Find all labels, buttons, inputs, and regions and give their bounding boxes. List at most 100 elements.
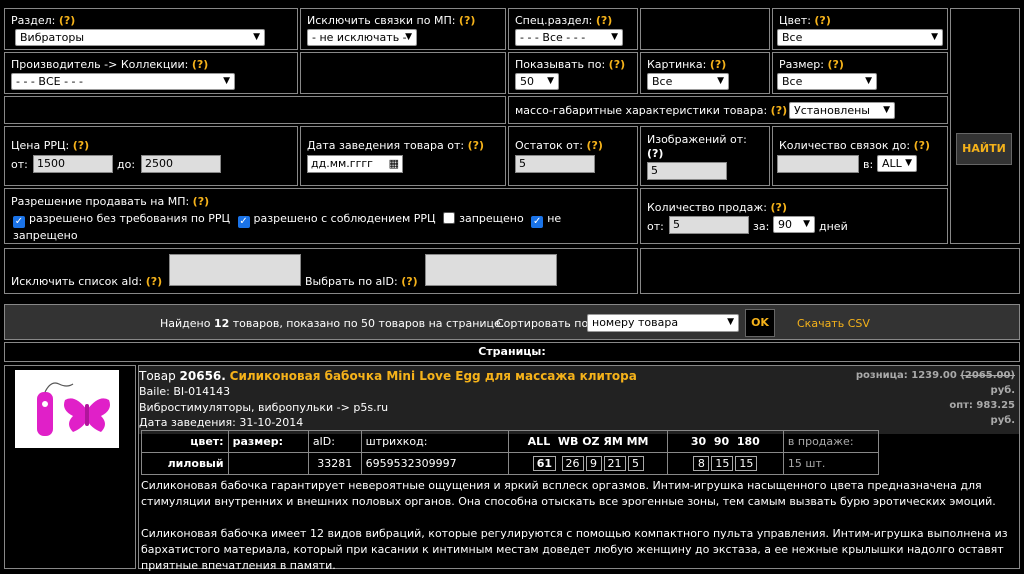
help-icon[interactable]: (?)	[914, 139, 930, 152]
checkbox-perm3[interactable]	[443, 212, 456, 224]
header-on-sale: в продаже:	[782, 430, 880, 453]
period-180: 15	[735, 456, 758, 471]
section-select[interactable]: Вибраторы ▼	[15, 29, 265, 46]
manufacturer-select[interactable]: - - - ВСЕ - - - ▼	[11, 73, 235, 90]
help-icon[interactable]: (?)	[59, 14, 75, 27]
date-cell: Дата заведения товара от: (?) дд.мм.гггг…	[300, 126, 506, 186]
table-header-row: цвет: размер: aID: штрихкод: ALL WB OZ Я…	[141, 430, 880, 453]
product-image[interactable]	[15, 370, 119, 448]
sales-label: Количество продаж:	[647, 201, 768, 214]
links-in-select[interactable]: ALL ▼	[877, 155, 917, 172]
help-icon[interactable]: (?)	[459, 14, 475, 27]
cell-color: лиловый	[141, 452, 229, 475]
header-mp: ALL WB OZ ЯМ ММ	[508, 430, 668, 453]
sales-days-select[interactable]: 90 ▼	[773, 216, 815, 233]
chevron-down-icon: ▼	[905, 158, 912, 168]
checkbox-perm1[interactable]: ✓	[13, 216, 25, 228]
chevron-down-icon: ▼	[883, 105, 890, 115]
chevron-down-icon: ▼	[611, 32, 618, 42]
wholesale-price: опт: 983.25	[949, 400, 1015, 411]
download-csv-link[interactable]: Скачать CSV	[797, 317, 870, 330]
cell-barcode: 6959532309997	[360, 452, 510, 475]
help-icon[interactable]: (?)	[193, 195, 209, 208]
help-icon[interactable]: (?)	[146, 275, 162, 288]
sort-select[interactable]: номеру товара ▼	[587, 314, 739, 332]
help-icon[interactable]: (?)	[814, 14, 830, 27]
help-icon[interactable]: (?)	[596, 14, 612, 27]
empty-cell	[4, 96, 506, 124]
show-by-cell: Показывать по: (?) 50 ▼	[508, 52, 638, 94]
section-label: Раздел:	[11, 14, 56, 27]
checkbox-perm4[interactable]: ✓	[531, 216, 544, 228]
find-button[interactable]: НАЙТИ	[956, 133, 1012, 165]
exclude-list-textarea[interactable]	[169, 254, 301, 286]
product-title-link[interactable]: Силиконовая бабочка Mini Love Egg для ма…	[230, 369, 637, 383]
date-input[interactable]: дд.мм.гггг ▦	[307, 155, 403, 173]
chevron-down-icon: ▼	[717, 76, 724, 86]
mp-mm: 5	[627, 456, 644, 471]
help-icon[interactable]: (?)	[192, 58, 208, 71]
mp-oz: 9	[585, 456, 602, 471]
ok-button[interactable]: OK	[745, 309, 775, 337]
show-by-select[interactable]: 50 ▼	[515, 73, 559, 90]
images-label: Изображений от:	[647, 133, 747, 146]
sales-from-input[interactable]: 5	[669, 216, 749, 234]
sales-for-label: за:	[753, 220, 770, 233]
help-icon[interactable]: (?)	[827, 58, 843, 71]
sales-days-label: дней	[819, 220, 848, 233]
header-color: цвет:	[141, 430, 229, 453]
currency: руб.	[990, 415, 1015, 426]
pages-bar: Страницы:	[4, 342, 1020, 362]
price-to-input[interactable]: 2500	[141, 155, 221, 173]
pages-label: Страницы:	[478, 345, 546, 358]
exclude-mp-select[interactable]: - не исключать - ▼	[307, 29, 417, 46]
special-section-select[interactable]: - - - Все - - - ▼	[515, 29, 623, 46]
stock-cell: Остаток от: (?) 5	[508, 126, 638, 186]
stock-input[interactable]: 5	[515, 155, 595, 173]
exclude-list-label: Исключить список aId:	[11, 275, 143, 288]
color-select[interactable]: Все ▼	[777, 29, 943, 46]
table-row: лиловый 33281 6959532309997 61 26 9 21 5 81…	[141, 452, 880, 475]
empty-cell	[640, 8, 770, 50]
chevron-down-icon: ▼	[727, 317, 734, 327]
manufacturer-cell: Производитель -> Коллекции: (?) - - - ВС…	[4, 52, 298, 94]
price-from-input[interactable]: 1500	[33, 155, 113, 173]
header-size: размер:	[227, 430, 309, 453]
product-id: 20656.	[179, 369, 226, 383]
links-cell: Количество связок до: (?) в: ALL ▼	[772, 126, 948, 186]
product-date: Дата заведения: 31-10-2014	[139, 416, 304, 429]
select-by-textarea[interactable]	[425, 254, 557, 286]
product-card: Товар 20656. Силиконовая бабочка Mini Lo…	[138, 365, 1020, 572]
help-icon[interactable]: (?)	[710, 58, 726, 71]
section-cell: Раздел: (?) Вибраторы ▼	[4, 8, 298, 50]
links-label: Количество связок до:	[779, 139, 911, 152]
cell-periods: 8 15 15	[666, 452, 784, 475]
help-icon[interactable]: (?)	[609, 58, 625, 71]
show-by-label: Показывать по:	[515, 58, 606, 71]
links-input[interactable]	[777, 155, 859, 173]
date-label: Дата заведения товара от:	[307, 139, 465, 152]
permission-cell: Разрешение продавать на МП: (?) ✓ разреше…	[4, 188, 638, 244]
images-input[interactable]: 5	[647, 162, 727, 180]
help-icon[interactable]: (?)	[771, 104, 787, 117]
help-icon[interactable]: (?)	[468, 139, 484, 152]
checkbox-perm2[interactable]: ✓	[237, 216, 250, 228]
help-icon[interactable]: (?)	[73, 139, 89, 152]
picture-select[interactable]: Все ▼	[647, 73, 729, 90]
calendar-icon[interactable]: ▦	[389, 156, 399, 172]
product-attrs-table: цвет: размер: aID: штрихкод: ALL WB OZ Я…	[141, 430, 880, 475]
header-aid: aID:	[307, 430, 362, 453]
dimensions-select[interactable]: Установлены ▼	[789, 102, 895, 119]
empty-cell	[300, 52, 506, 94]
size-select[interactable]: Все ▼	[777, 73, 877, 90]
chevron-down-icon: ▼	[803, 219, 810, 229]
help-icon[interactable]: (?)	[771, 201, 787, 214]
mp-ym: 21	[603, 456, 626, 471]
period-30: 8	[693, 456, 710, 471]
help-icon[interactable]: (?)	[647, 147, 663, 160]
images-cell: Изображений от: (?) 5	[640, 126, 770, 186]
help-icon[interactable]: (?)	[401, 275, 417, 288]
price-label: Цена РРЦ:	[11, 139, 70, 152]
help-icon[interactable]: (?)	[586, 139, 602, 152]
chevron-down-icon: ▼	[405, 32, 412, 42]
